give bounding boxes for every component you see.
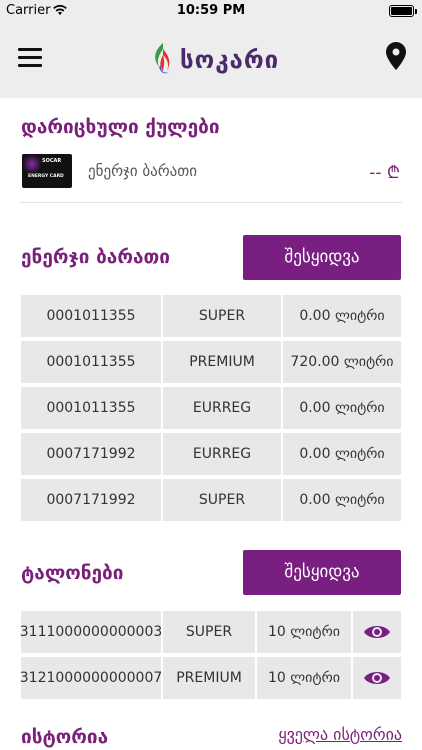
status-bar: Carrier 10:59 PM [0,0,422,22]
card-brand: SOCAR [42,158,62,164]
energy-card-image: SOCAR ENERGY CARD [22,154,72,188]
coupons-table: 3111000000000003 SUPER 10 ლიტრი 31210000000… [20,611,401,703]
battery-icon [389,5,417,17]
card-name: ენერჯი ბარათი [88,162,198,180]
amount-cell: 0.00 ლიტრი [283,387,401,429]
card-number-cell: 0007171992 [21,433,161,475]
amount-cell: 720.00 ლიტრი [283,341,401,383]
coupons-purchase-button[interactable]: შესყიდვა [243,550,401,595]
fuel-type-cell: PREMIUM [163,341,281,383]
card-label: ENERGY CARD [28,174,64,179]
view-coupon-button[interactable] [353,611,401,653]
amount-cell: 0.00 ლიტრი [283,479,401,521]
table-row[interactable]: 0001011355 SUPER 0.00 ლიტრი [21,295,401,337]
energy-card-table: 0001011355 SUPER 0.00 ლიტრი 0001011355 PREMI… [21,295,401,525]
card-balance: -- ₾ [369,163,400,183]
table-row[interactable]: 0001011355 EURREG 0.00 ლიტრი [21,387,401,429]
table-row[interactable]: 3111000000000003 SUPER 10 ლიტრი [20,611,401,653]
card-number-cell: 0001011355 [21,387,161,429]
nav-bar: სოკარი [0,22,422,98]
card-number-cell: 0001011355 [21,295,161,337]
table-row[interactable]: 0007171992 SUPER 0.00 ლიტრი [21,479,401,521]
fuel-type-cell: SUPER [163,611,255,653]
amount-cell: 10 ლიტრი [257,657,351,699]
energy-card-row[interactable]: SOCAR ENERGY CARD ენერჯი ბარათი -- ₾ [20,152,402,192]
socar-logo: სოკარი [150,40,279,80]
coupons-section-title: ტალონები [21,562,124,584]
table-row[interactable]: 3121000000000007 PREMIUM 10 ლიტრი [20,657,401,699]
card-number-cell: 0001011355 [21,341,161,383]
map-pin-icon[interactable] [386,42,406,70]
table-row[interactable]: 0001011355 PREMIUM 720.00 ლიტრი [21,341,401,383]
view-coupon-button[interactable] [353,657,401,699]
fuel-type-cell: PREMIUM [163,657,255,699]
coupon-number-cell: 3121000000000007 [20,657,162,699]
card-number-cell: 0007171992 [21,479,161,521]
fuel-type-cell: EURREG [163,387,281,429]
amount-cell: 0.00 ლიტრი [283,433,401,475]
history-section-title: ისტორია [21,726,109,748]
eye-icon [364,626,390,638]
energy-card-purchase-button[interactable]: შესყიდვა [243,235,401,280]
fuel-type-cell: EURREG [163,433,281,475]
fuel-type-cell: SUPER [163,295,281,337]
table-row[interactable]: 0007171992 EURREG 0.00 ლიტრი [21,433,401,475]
energy-card-section-title: ენერჯი ბარათი [21,246,170,268]
clock: 10:59 PM [176,3,246,18]
divider [20,202,402,203]
hamburger-menu-icon[interactable] [18,48,42,68]
coupon-number-cell: 3111000000000003 [20,611,162,653]
eye-icon [364,672,390,684]
points-section-title: დარიცხული ქულები [21,116,220,138]
fuel-type-cell: SUPER [163,479,281,521]
logo-text: სოკარი [180,46,280,74]
amount-cell: 10 ლიტრი [257,611,351,653]
amount-cell: 0.00 ლიტრი [283,295,401,337]
all-history-link[interactable]: ყველა ისტორია [278,725,402,744]
flame-logo-icon [155,43,170,74]
